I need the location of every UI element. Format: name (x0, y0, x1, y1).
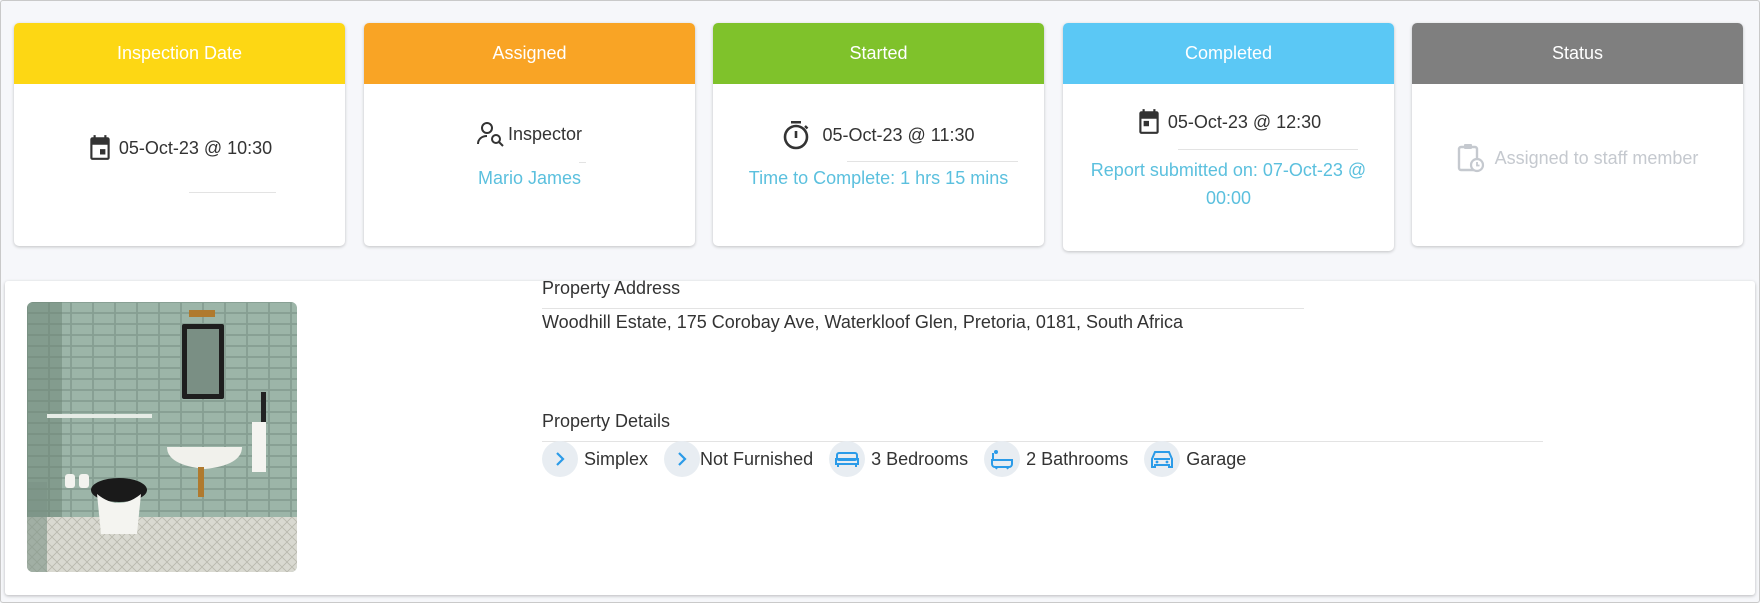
assigned-role: Inspector (507, 123, 583, 144)
calendar-icon (87, 134, 113, 162)
detail-label: 3 Bedrooms (871, 448, 969, 469)
detail-bedrooms: 3 Bedrooms (829, 441, 968, 477)
property-address-label: Property Address (542, 278, 681, 298)
timer-icon (782, 120, 810, 150)
divider (189, 192, 276, 193)
divider (579, 162, 586, 163)
started-header: Started (713, 23, 1044, 84)
calendar-icon (1136, 108, 1162, 136)
assigned-header: Assigned (364, 23, 695, 84)
detail-not-furnished: Not Furnished (664, 441, 813, 477)
divider (1178, 149, 1358, 150)
started-card: Started 05-Oct-23 @ 11:30 Time to Comple… (713, 23, 1044, 246)
detail-label: Simplex (584, 448, 649, 469)
property-photo[interactable] (27, 302, 297, 572)
detail-label: Not Furnished (700, 448, 814, 469)
inspection-date-card: Inspection Date 05-Oct-23 @ 10:30 (14, 23, 345, 246)
divider (847, 161, 1018, 162)
status-value: Assigned to staff member (1494, 147, 1699, 168)
detail-bathrooms: 2 Bathrooms (984, 441, 1128, 477)
car-icon (1144, 441, 1181, 477)
property-details-label: Property Details (542, 411, 671, 431)
assigned-card: Assigned Inspector Mario James (364, 23, 695, 246)
completed-card: Completed 05-Oct-23 @ 12:30 Report submi… (1063, 23, 1394, 251)
property-address-value: Woodhill Estate, 175 Corobay Ave, Waterk… (542, 312, 1184, 332)
time-to-complete: Time to Complete: 1 hrs 15 mins (748, 168, 1009, 188)
clipboard-clock-icon (1457, 143, 1485, 173)
inspection-date-header: Inspection Date (14, 23, 345, 84)
started-value: 05-Oct-23 @ 11:30 (822, 124, 975, 145)
bathroom-image (27, 302, 297, 572)
assigned-inspector-name[interactable]: Mario James (478, 168, 581, 188)
status-card: Status Assigned to staff member (1412, 23, 1743, 246)
divider (542, 308, 1304, 309)
report-submitted-line2: 00:00 (1205, 188, 1252, 208)
completed-value: 05-Oct-23 @ 12:30 (1167, 111, 1322, 132)
property-details-list: Simplex Not Furnished 3 Bedrooms 2 Bathr… (542, 441, 1262, 477)
detail-label: 2 Bathrooms (1026, 448, 1129, 469)
detail-label: Garage (1186, 448, 1247, 469)
report-submitted-line1: Report submitted on: 07-Oct-23 @ (1090, 160, 1367, 180)
bed-icon (829, 441, 866, 477)
chevron-right-icon (664, 441, 701, 477)
chevron-right-icon (542, 441, 578, 477)
detail-garage: Garage (1144, 441, 1246, 477)
inspection-date-value: 05-Oct-23 @ 10:30 (118, 137, 273, 158)
status-header: Status (1412, 23, 1743, 84)
user-search-icon (476, 121, 505, 147)
bathtub-icon (984, 441, 1021, 477)
completed-header: Completed (1063, 23, 1394, 84)
detail-simplex: Simplex (542, 441, 648, 477)
